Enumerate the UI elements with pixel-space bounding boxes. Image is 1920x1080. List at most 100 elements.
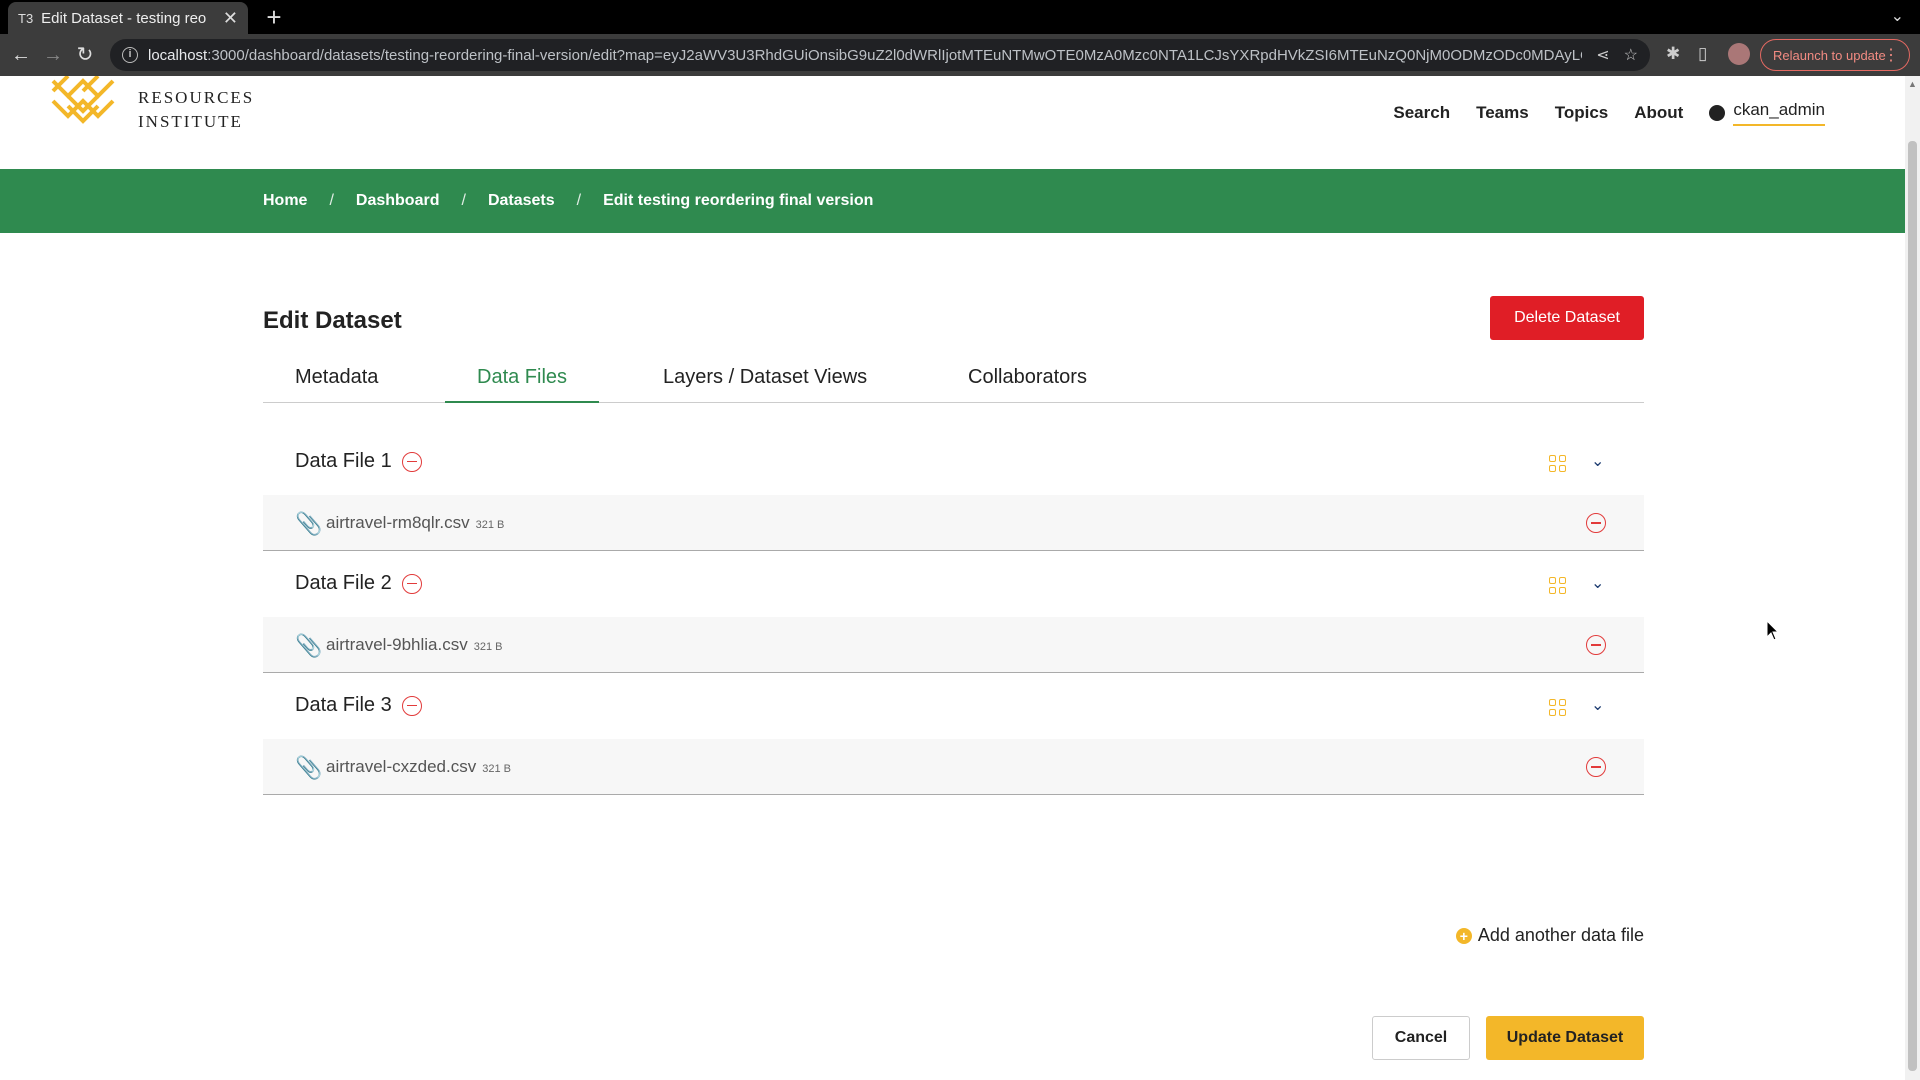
breadcrumb: Home / Dashboard / Datasets / Edit testi… [0,169,1905,233]
data-file-title-text: Data File 1 [295,450,392,472]
chevron-down-icon[interactable]: ⌄ [1591,573,1604,593]
browser-menu-icon[interactable]: ⋮ [1883,45,1899,65]
scroll-up-icon[interactable]: ▲ [1908,79,1917,89]
file-size: 321 B [475,519,505,531]
breadcrumb-separator: / [329,192,334,209]
share-icon[interactable]: ⋖ [1596,45,1609,65]
user-menu[interactable]: ckan_admin [1709,100,1825,126]
page-title: Edit Dataset [263,307,402,334]
file-name: airtravel-9bhlia.csv 321 B [326,635,502,655]
username[interactable]: ckan_admin [1733,100,1825,126]
paperclip-icon: 📎 [295,633,323,658]
tab-title: Edit Dataset - testing reo [41,9,207,27]
mouse-cursor-icon [1766,620,1780,641]
data-file-title: Data File 1 [295,450,422,473]
delete-dataset-button[interactable]: Delete Dataset [1490,296,1644,340]
site-info-icon[interactable]: i [122,47,138,63]
data-file-title-text: Data File 3 [295,694,392,716]
bookmark-star-icon[interactable]: ☆ [1624,45,1638,65]
chevron-down-icon[interactable]: ⌄ [1591,451,1604,471]
nav-teams[interactable]: Teams [1476,103,1529,123]
nav-about[interactable]: About [1634,103,1683,123]
tab-layers[interactable]: Layers / Dataset Views [631,363,899,403]
remove-file-icon[interactable] [1586,513,1606,533]
browser-tabbar: T3 Edit Dataset - testing reo ✕ + ⌄ [0,0,1920,34]
breadcrumb-home[interactable]: Home [263,192,307,210]
data-file-group: Data File 2 ⌄ 📎 airtravel-9bhlia.csv 321 … [263,551,1644,673]
nav-topics[interactable]: Topics [1555,103,1609,123]
file-row: 📎 airtravel-cxzded.csv 321 B [263,739,1644,794]
remove-file-icon[interactable] [1586,757,1606,777]
remove-data-file-icon[interactable] [401,573,422,594]
file-size: 321 B [473,641,503,653]
remove-data-file-icon[interactable] [401,695,422,716]
logo-text[interactable]: RESOURCES INSTITUTE [138,86,254,134]
side-panel-icon[interactable]: ▯ [1698,44,1707,64]
data-file-title-text: Data File 2 [295,572,392,594]
forward-icon[interactable]: → [38,40,68,70]
data-file-header[interactable]: Data File 1 ⌄ [263,429,1644,495]
page-scrollbar[interactable]: ▲ [1905,76,1920,1080]
url-text[interactable]: localhost:3000/dashboard/datasets/testin… [148,47,1582,64]
file-name: airtravel-cxzded.csv 321 B [326,757,511,777]
new-tab-icon[interactable]: + [258,2,290,32]
chevron-down-icon[interactable]: ⌄ [1591,695,1604,715]
remove-data-file-icon[interactable] [401,451,422,472]
browser-toolbar: ← → ↻ i localhost:3000/dashboard/dataset… [0,34,1920,76]
form-actions: Cancel Update Dataset [1372,1016,1644,1060]
breadcrumb-separator: / [461,192,466,209]
paperclip-icon: 📎 [295,511,323,536]
file-row: 📎 airtravel-9bhlia.csv 321 B [263,617,1644,672]
file-name-text: airtravel-cxzded.csv [326,757,477,776]
file-name-text: airtravel-9bhlia.csv [326,635,468,654]
site-header: RESOURCES INSTITUTE Search Teams Topics … [0,76,1905,169]
data-files-list: Data File 1 ⌄ 📎 airtravel-rm8qlr.csv 321 … [263,429,1644,795]
data-file-header[interactable]: Data File 2 ⌄ [263,551,1644,617]
data-file-title: Data File 3 [295,694,422,717]
data-file-header[interactable]: Data File 3 ⌄ [263,673,1644,739]
browser-tab[interactable]: T3 Edit Dataset - testing reo ✕ [8,2,248,34]
reload-icon[interactable]: ↻ [70,40,100,70]
tab-collaborators[interactable]: Collaborators [936,363,1119,403]
relaunch-button[interactable]: Relaunch to update ⋮ [1760,39,1910,71]
page-content: RESOURCES INSTITUTE Search Teams Topics … [0,76,1905,1080]
edit-tabs: Metadata Data Files Layers / Dataset Vie… [263,363,1644,403]
tab-metadata[interactable]: Metadata [263,363,410,403]
scrollbar-thumb[interactable] [1908,141,1917,1071]
breadcrumb-current: Edit testing reordering final version [603,192,874,209]
plus-icon: + [1455,927,1472,944]
grid-view-icon[interactable] [1549,455,1567,473]
breadcrumb-dashboard[interactable]: Dashboard [356,192,440,210]
breadcrumb-datasets[interactable]: Datasets [488,192,555,210]
grid-view-icon[interactable] [1549,699,1567,717]
data-file-group: Data File 3 ⌄ 📎 airtravel-cxzded.csv 321 … [263,673,1644,795]
logo-line-1: RESOURCES [138,88,255,107]
nav-search[interactable]: Search [1393,103,1450,123]
file-row: 📎 airtravel-rm8qlr.csv 321 B [263,495,1644,550]
tab-favicon-icon: T3 [18,10,34,26]
file-name-text: airtravel-rm8qlr.csv [326,513,470,532]
data-file-group: Data File 1 ⌄ 📎 airtravel-rm8qlr.csv 321 … [263,429,1644,551]
data-file-title: Data File 2 [295,572,422,595]
profile-avatar[interactable] [1728,43,1750,65]
add-data-file-button[interactable]: + Add another data file [1455,925,1644,946]
add-data-file-label: Add another data file [1477,925,1644,945]
update-dataset-button[interactable]: Update Dataset [1486,1016,1644,1060]
file-name: airtravel-rm8qlr.csv 321 B [326,513,504,533]
file-size: 321 B [482,763,511,775]
wri-logo-icon[interactable] [48,76,118,128]
back-icon[interactable]: ← [6,40,36,70]
address-bar[interactable]: i localhost:3000/dashboard/datasets/test… [110,39,1650,71]
extensions-icon[interactable]: ✱ [1666,44,1680,64]
tab-data-files[interactable]: Data Files [445,363,600,403]
relaunch-label: Relaunch to update [1773,47,1886,63]
tab-close-icon[interactable]: ✕ [223,8,238,29]
breadcrumb-separator: / [576,192,582,209]
top-nav: Search Teams Topics About ckan_admin [1393,100,1825,126]
grid-view-icon[interactable] [1549,577,1567,595]
remove-file-icon[interactable] [1586,635,1606,655]
cancel-button[interactable]: Cancel [1372,1016,1470,1060]
user-icon [1709,105,1726,121]
tab-search-chevron-icon[interactable]: ⌄ [1891,6,1904,26]
logo-line-2: INSTITUTE [138,112,243,131]
